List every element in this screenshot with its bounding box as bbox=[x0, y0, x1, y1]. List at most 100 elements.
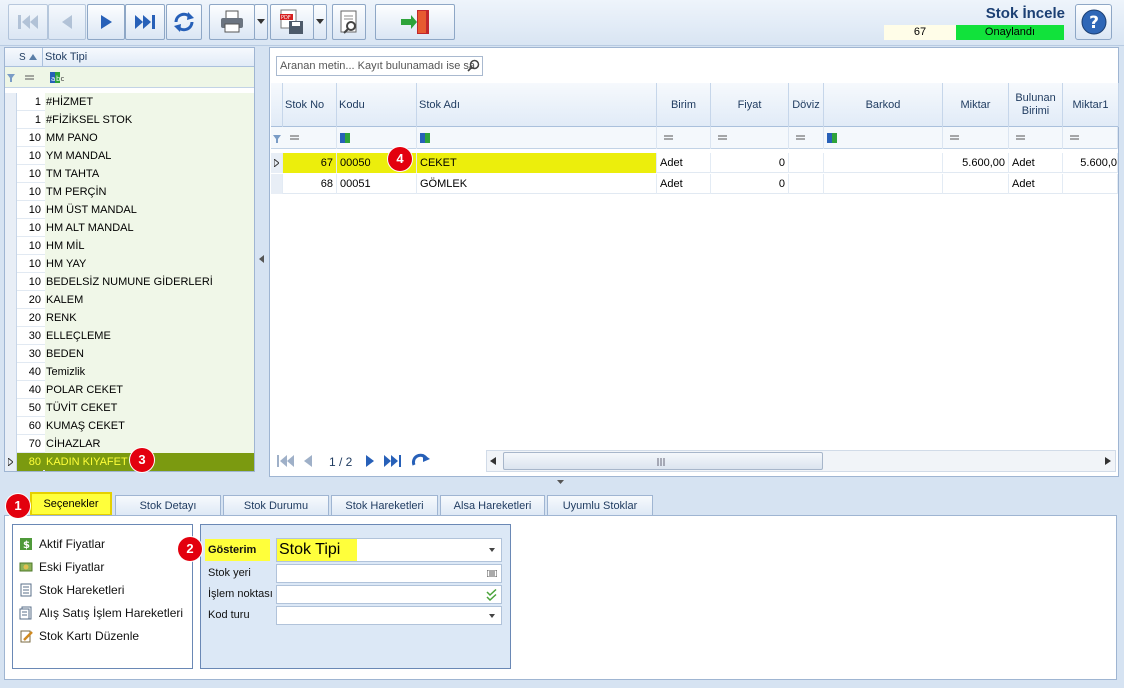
list-item[interactable]: 10 HM MİL bbox=[5, 237, 254, 255]
stock-grid-filter-row[interactable] bbox=[271, 127, 1118, 149]
column-header-birim[interactable]: Birim bbox=[657, 83, 711, 127]
list-item[interactable]: 10 YM MANDAL bbox=[5, 147, 254, 165]
filter-barkod[interactable] bbox=[824, 127, 943, 149]
list-item[interactable]: 20 RENK bbox=[5, 309, 254, 327]
column-header-miktar1[interactable]: Miktar1 bbox=[1063, 83, 1119, 127]
filter-doviz[interactable] bbox=[789, 127, 824, 149]
list-item[interactable]: 40 POLAR CEKET bbox=[5, 381, 254, 399]
next-record-button[interactable] bbox=[87, 4, 125, 40]
svg-text:a: a bbox=[51, 75, 55, 83]
list-item[interactable]: 10 MM PANO bbox=[5, 129, 254, 147]
list-item[interactable]: 30 ELLEÇLEME bbox=[5, 327, 254, 345]
detail-tabs: Seçenekler Stok Detayı Stok Durumu Stok … bbox=[0, 492, 1124, 516]
prev-page-icon[interactable] bbox=[302, 454, 314, 468]
horizontal-splitter[interactable] bbox=[0, 477, 1124, 487]
list-item[interactable]: 10 TM PERÇİN bbox=[5, 183, 254, 201]
print-dropdown-button[interactable] bbox=[254, 4, 268, 40]
search-input[interactable]: Aranan metin... Kayıt bulunamadı ise sa bbox=[276, 56, 483, 76]
last-record-button[interactable] bbox=[125, 4, 165, 40]
double-check-icon bbox=[486, 589, 497, 601]
row-indicator bbox=[5, 255, 17, 273]
filter-stok-adi[interactable] bbox=[417, 127, 657, 149]
tab-uyumlu-stoklar[interactable]: Uyumlu Stoklar bbox=[547, 495, 653, 516]
scroll-left-icon[interactable] bbox=[490, 457, 496, 465]
print-button[interactable] bbox=[209, 4, 255, 40]
list-item[interactable]: 10 HM ALT MANDAL bbox=[5, 219, 254, 237]
action-aktif-fiyatlar[interactable]: $ Aktif Fiyatlar bbox=[19, 535, 105, 553]
prev-record-button[interactable] bbox=[48, 4, 86, 40]
list-item[interactable]: 1 #HİZMET bbox=[5, 93, 254, 111]
pdf-dropdown-button[interactable] bbox=[313, 4, 327, 40]
list-item[interactable]: 10 HM YAY bbox=[5, 255, 254, 273]
list-item[interactable]: 1 #FİZİKSEL STOK bbox=[5, 111, 254, 129]
toolbar: PDF Stok İncele 67 Onaylandı ? bbox=[0, 0, 1124, 46]
row-indicator bbox=[5, 399, 17, 417]
scrollbar-thumb[interactable] bbox=[503, 452, 823, 470]
exit-button[interactable] bbox=[375, 4, 455, 40]
filter-miktar1[interactable] bbox=[1063, 127, 1118, 149]
properties-button[interactable] bbox=[332, 4, 366, 40]
stock-type-name: ELLEÇLEME bbox=[45, 327, 254, 345]
islem-noktasi-input[interactable] bbox=[276, 585, 502, 604]
list-item[interactable]: 30 BEDEN bbox=[5, 345, 254, 363]
column-header-miktar[interactable]: Miktar bbox=[943, 83, 1009, 127]
list-item[interactable]: 50 TÜVİT CEKET bbox=[5, 399, 254, 417]
stock-type-no: 10 bbox=[28, 204, 41, 216]
filter-kodu[interactable] bbox=[337, 127, 417, 149]
action-label: Eski Fiyatlar bbox=[39, 560, 105, 574]
text-filter-icon bbox=[420, 133, 430, 143]
list-item[interactable]: 10 HM ÜST MANDAL bbox=[5, 201, 254, 219]
scroll-right-icon[interactable] bbox=[1105, 457, 1111, 465]
gosterim-select[interactable]: Stok Tipi bbox=[276, 538, 502, 562]
table-row[interactable]: 68 00051 GÖMLEK Adet 0 Adet bbox=[271, 174, 1118, 194]
column-header-stok-tipi[interactable]: Stok Tipi bbox=[45, 48, 245, 67]
tab-stok-durumu[interactable]: Stok Durumu bbox=[223, 495, 329, 516]
filter-stok-no[interactable] bbox=[283, 127, 337, 149]
stock-type-name: TM PERÇİN bbox=[45, 183, 254, 201]
filter-bulunan-birimi[interactable] bbox=[1009, 127, 1063, 149]
tab-secenekler[interactable]: Seçenekler bbox=[30, 492, 112, 516]
filter-fiyat[interactable] bbox=[711, 127, 789, 149]
pdf-save-button[interactable]: PDF bbox=[270, 4, 314, 40]
list-item[interactable]: 10 BEDELSİZ NUMUNE GİDERLERİ bbox=[5, 273, 254, 291]
list-item[interactable]: 40 Temizlik bbox=[5, 363, 254, 381]
column-header-stok-no[interactable]: Stok No bbox=[283, 83, 337, 127]
last-icon bbox=[135, 15, 155, 29]
vertical-splitter[interactable] bbox=[257, 47, 267, 472]
list-item[interactable]: 60 KUMAŞ CEKET bbox=[5, 417, 254, 435]
refresh-button[interactable] bbox=[166, 4, 202, 40]
column-header-no[interactable]: S bbox=[17, 48, 43, 67]
help-button[interactable]: ? bbox=[1075, 4, 1112, 40]
tab-stok-detayi[interactable]: Stok Detayı bbox=[115, 495, 221, 516]
column-header-barkod[interactable]: Barkod bbox=[824, 83, 943, 127]
first-record-button[interactable] bbox=[8, 4, 48, 40]
column-header-kodu[interactable]: Kodu bbox=[337, 83, 417, 127]
next-page-icon[interactable] bbox=[364, 454, 376, 468]
reload-page-icon[interactable] bbox=[411, 453, 431, 469]
column-header-stok-adi[interactable]: Stok Adı bbox=[417, 83, 657, 127]
stock-type-filter-row[interactable]: abc bbox=[5, 67, 254, 88]
filter-birim[interactable] bbox=[657, 127, 711, 149]
kod-turu-select[interactable] bbox=[276, 606, 502, 625]
list-item[interactable]: 70 CİHAZLAR bbox=[5, 435, 254, 453]
row-indicator bbox=[5, 147, 17, 165]
list-item[interactable]: 10 TM TAHTA bbox=[5, 165, 254, 183]
filter-miktar[interactable] bbox=[943, 127, 1009, 149]
stok-yeri-input[interactable] bbox=[276, 564, 502, 583]
horizontal-scrollbar[interactable] bbox=[486, 450, 1116, 472]
cell-fiyat: 0 bbox=[711, 174, 789, 194]
action-stok-hareketleri[interactable]: Stok Hareketleri bbox=[19, 581, 124, 599]
list-item[interactable]: 20 KALEM bbox=[5, 291, 254, 309]
action-eski-fiyatlar[interactable]: Eski Fiyatlar bbox=[19, 558, 104, 576]
column-header-fiyat[interactable]: Fiyat bbox=[711, 83, 789, 127]
stock-type-no: 40 bbox=[28, 366, 41, 378]
action-stok-karti-duzenle[interactable]: Stok Kartı Düzenle bbox=[19, 627, 139, 645]
column-header-bulunan-birimi[interactable]: Bulunan Birimi bbox=[1009, 83, 1063, 127]
tab-stok-hareketleri[interactable]: Stok Hareketleri bbox=[331, 495, 438, 516]
column-header-doviz[interactable]: Döviz bbox=[789, 83, 824, 127]
last-page-icon[interactable] bbox=[383, 454, 403, 468]
tab-alsa-hareketleri[interactable]: Alsa Hareketleri bbox=[440, 495, 545, 516]
row-indicator bbox=[5, 165, 17, 183]
first-page-icon[interactable] bbox=[276, 454, 296, 468]
action-alis-satis-islem-hareketleri[interactable]: Alış Satış İşlem Hareketleri bbox=[19, 604, 183, 622]
